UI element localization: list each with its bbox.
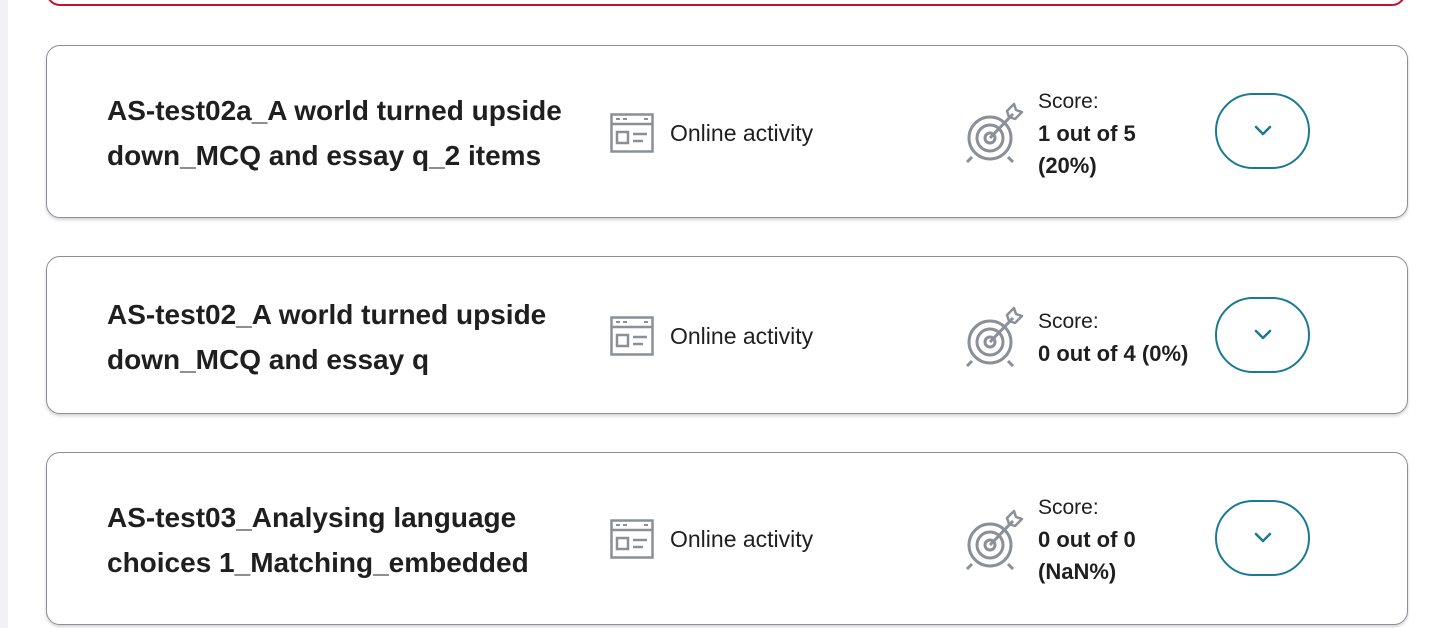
activity-title-line: AS-test02a_A world turned upside bbox=[107, 95, 562, 126]
activity-card: AS-test02_A world turned upside down_MCQ… bbox=[46, 256, 1408, 414]
expand-button[interactable] bbox=[1215, 93, 1310, 169]
activity-type-label: Online activity bbox=[670, 322, 814, 349]
previous-card-edge bbox=[46, 0, 1406, 6]
online-activity-icon bbox=[610, 113, 654, 153]
chevron-down-icon bbox=[1254, 125, 1271, 136]
activity-type-label: Online activity bbox=[670, 525, 814, 552]
activity-card: AS-test02a_A world turned upside down_MC… bbox=[46, 45, 1408, 218]
activity-title: AS-test02a_A world turned upside down_MC… bbox=[107, 88, 607, 178]
activity-type: Online activity bbox=[610, 113, 813, 153]
activity-type: Online activity bbox=[610, 316, 813, 356]
activity-title-line: down_MCQ and essay q bbox=[107, 344, 430, 375]
activity-title: AS-test03_Analysing language choices 1_M… bbox=[107, 495, 607, 585]
score-label: Score: bbox=[1038, 90, 1099, 113]
score-label: Score: bbox=[1038, 310, 1099, 333]
online-activity-icon bbox=[610, 519, 654, 559]
score-value: 0 out of 0 bbox=[1038, 527, 1136, 552]
activity-title-line: down_MCQ and essay q_2 items bbox=[107, 140, 542, 171]
score-value: 0 out of 4 (0%) bbox=[1038, 341, 1189, 366]
activity-title-line: AS-test02_A world turned upside bbox=[107, 299, 547, 330]
chevron-down-icon bbox=[1254, 329, 1271, 340]
online-activity-icon bbox=[610, 316, 654, 356]
activity-title-line: AS-test03_Analysing language bbox=[107, 502, 517, 533]
expand-button[interactable] bbox=[1215, 297, 1310, 373]
left-rail bbox=[0, 0, 8, 628]
score-block: Score: 0 out of 0 (NaN%) bbox=[1038, 492, 1218, 588]
score-value: 1 out of 5 bbox=[1038, 121, 1136, 146]
score-block: Score: 0 out of 4 (0%) bbox=[1038, 306, 1238, 370]
score-percent: (20%) bbox=[1038, 153, 1097, 178]
activity-card: AS-test03_Analysing language choices 1_M… bbox=[46, 452, 1408, 625]
expand-button[interactable] bbox=[1215, 500, 1310, 576]
activity-type-label: Online activity bbox=[670, 119, 814, 146]
chevron-down-icon bbox=[1254, 532, 1271, 543]
target-icon bbox=[965, 102, 1024, 163]
score-block: Score: 1 out of 5 (20%) bbox=[1038, 86, 1218, 182]
activity-title: AS-test02_A world turned upside down_MCQ… bbox=[107, 292, 607, 382]
score-percent: (NaN%) bbox=[1038, 559, 1117, 584]
score-label: Score: bbox=[1038, 496, 1099, 519]
activity-title-line: choices 1_Matching_embedded bbox=[107, 547, 529, 578]
target-icon bbox=[965, 306, 1024, 367]
activity-type: Online activity bbox=[610, 519, 813, 559]
target-icon bbox=[965, 509, 1024, 570]
